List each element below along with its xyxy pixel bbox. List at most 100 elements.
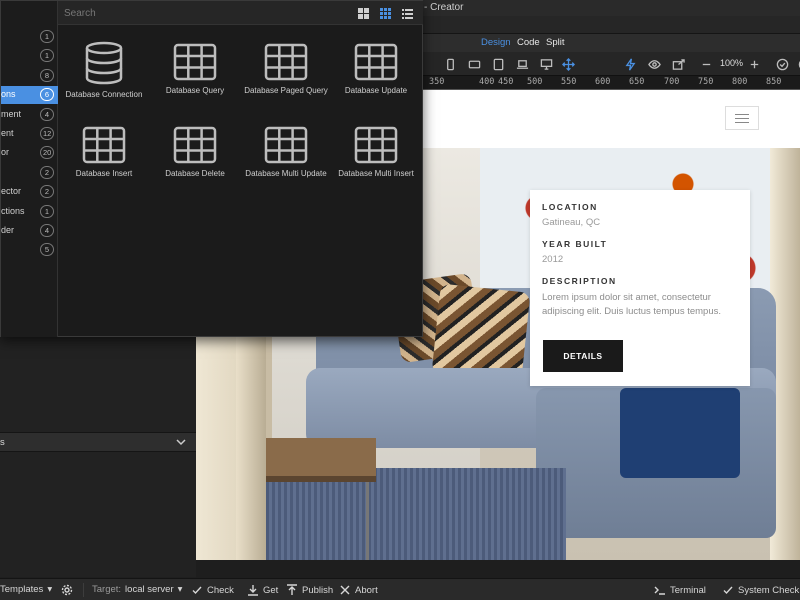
share-icon[interactable] <box>670 56 686 72</box>
ruler-label: 850 <box>766 77 782 87</box>
target-selector[interactable]: Target: local server ▾ <box>92 584 182 595</box>
app-window: - Creator Design Code Split 100% 350 400… <box>0 0 800 600</box>
table-grid-icon <box>82 126 126 164</box>
collapsible-section-header[interactable]: s <box>0 432 196 452</box>
location-label: LOCATION <box>542 202 598 212</box>
ruler-label: 350 <box>429 77 445 87</box>
count-badge: 6 <box>40 88 54 101</box>
location-value: Gatineau, QC <box>542 217 601 228</box>
phone-portrait-icon[interactable] <box>442 56 458 72</box>
table-grid-icon <box>173 43 217 81</box>
table-grid-icon <box>264 43 308 81</box>
publish-button[interactable]: Publish <box>286 584 333 596</box>
tablet-icon[interactable] <box>490 56 506 72</box>
description-label: DESCRIPTION <box>542 276 617 286</box>
download-icon <box>248 585 258 596</box>
category-item[interactable]: 1 <box>1 47 58 65</box>
category-item-active[interactable]: ons 6 <box>1 86 58 104</box>
components-popup: 1 1 8 ons 6 ment 4 ent 12 or 20 2 ector … <box>0 0 423 337</box>
hamburger-menu-icon[interactable] <box>725 106 759 130</box>
component-label: Database Query <box>165 86 225 95</box>
ruler-label: 500 <box>527 77 543 87</box>
ruler-label: 700 <box>664 77 680 87</box>
tab-design[interactable]: Design <box>481 37 511 48</box>
table-grid-icon <box>173 126 217 164</box>
component-tile[interactable]: Database Multi Insert <box>330 126 422 179</box>
close-icon <box>340 585 350 595</box>
table-grid-icon <box>354 126 398 164</box>
search-input[interactable] <box>64 5 344 21</box>
device-toolbar: 100% <box>420 52 800 76</box>
zoom-out-icon[interactable] <box>698 56 714 72</box>
category-item[interactable]: ment 4 <box>1 106 58 124</box>
check-button[interactable]: Check <box>191 584 234 596</box>
desktop-icon[interactable] <box>538 56 554 72</box>
year-built-label: YEAR BUILT <box>542 239 608 249</box>
component-label: Database Update <box>344 86 408 95</box>
blue-blanket <box>620 388 740 478</box>
category-item[interactable]: 2 <box>1 164 58 182</box>
count-badge: 4 <box>40 224 54 237</box>
category-item[interactable]: or 20 <box>1 144 58 162</box>
ruler-label: 750 <box>698 77 714 87</box>
laptop-icon[interactable] <box>514 56 530 72</box>
list-view-icon[interactable] <box>401 7 414 20</box>
component-tile[interactable]: Database Connection <box>58 41 150 100</box>
count-badge: 4 <box>40 108 54 121</box>
year-built-value: 2012 <box>542 254 564 265</box>
component-tile[interactable]: Database Paged Query <box>240 43 332 96</box>
component-search-bar <box>58 1 423 25</box>
category-item[interactable]: 5 <box>1 241 58 259</box>
count-badge: 2 <box>40 166 54 179</box>
category-item[interactable]: ctions 1 <box>1 203 58 221</box>
ruler-label: 800 <box>732 77 748 87</box>
ruler-label: 450 <box>498 77 514 87</box>
category-item[interactable]: 1 <box>1 28 58 46</box>
status-bar: Templates ▾ Target: local server ▾ Check Ge… <box>0 578 800 600</box>
component-tile[interactable]: Database Multi Update <box>240 126 332 179</box>
component-tile[interactable]: Database Update <box>330 43 422 96</box>
templates-dropdown[interactable]: Templates ▾ <box>0 584 52 595</box>
component-tile[interactable]: Database Insert <box>58 126 150 179</box>
move-arrows-icon[interactable] <box>560 56 576 72</box>
zoom-level: 100% <box>720 58 744 68</box>
terminal-button[interactable]: Terminal <box>654 584 706 596</box>
tab-split[interactable]: Split <box>546 37 564 48</box>
get-button[interactable]: Get <box>247 584 278 596</box>
left-panel-body <box>0 337 196 577</box>
view-mode-bar: Design Code Split <box>420 34 800 52</box>
component-label: Database Connection <box>65 90 143 99</box>
ruler-label: 550 <box>561 77 577 87</box>
zoom-in-icon[interactable] <box>746 56 762 72</box>
component-label: Database Paged Query <box>244 86 328 95</box>
category-item[interactable]: ent 12 <box>1 125 58 143</box>
component-label: Database Multi Insert <box>338 169 414 178</box>
component-tile[interactable]: Database Delete <box>149 126 241 179</box>
window-title: - Creator <box>424 2 464 13</box>
count-badge: 1 <box>40 49 54 62</box>
category-item[interactable]: ector 2 <box>1 183 58 201</box>
chevron-down-icon[interactable] <box>174 435 188 449</box>
caret-down-icon: ▾ <box>47 584 53 595</box>
lightning-icon[interactable] <box>622 56 638 72</box>
component-label: Database Insert <box>75 169 133 178</box>
small-grid-view-icon[interactable] <box>379 7 392 20</box>
eye-icon[interactable] <box>646 56 662 72</box>
phone-landscape-icon[interactable] <box>466 56 482 72</box>
system-check-button[interactable]: System Check <box>722 584 799 596</box>
ruler-label: 600 <box>595 77 611 87</box>
details-button[interactable]: DETAILS <box>543 340 623 372</box>
coffee-table <box>266 438 376 482</box>
close-circle-icon[interactable] <box>796 56 800 72</box>
category-item[interactable]: 8 <box>1 67 58 85</box>
category-item[interactable]: der 4 <box>1 222 58 240</box>
gear-icon[interactable] <box>61 584 73 596</box>
check-circle-icon[interactable] <box>774 56 790 72</box>
count-badge: 20 <box>40 146 55 159</box>
abort-button[interactable]: Abort <box>339 584 378 596</box>
database-icon <box>85 41 123 85</box>
component-tile[interactable]: Database Query <box>149 43 241 96</box>
large-grid-view-icon[interactable] <box>357 7 370 20</box>
tab-code[interactable]: Code <box>517 37 540 48</box>
horizontal-ruler: 350 400 450 500 550 600 650 700 750 800 … <box>420 76 800 90</box>
